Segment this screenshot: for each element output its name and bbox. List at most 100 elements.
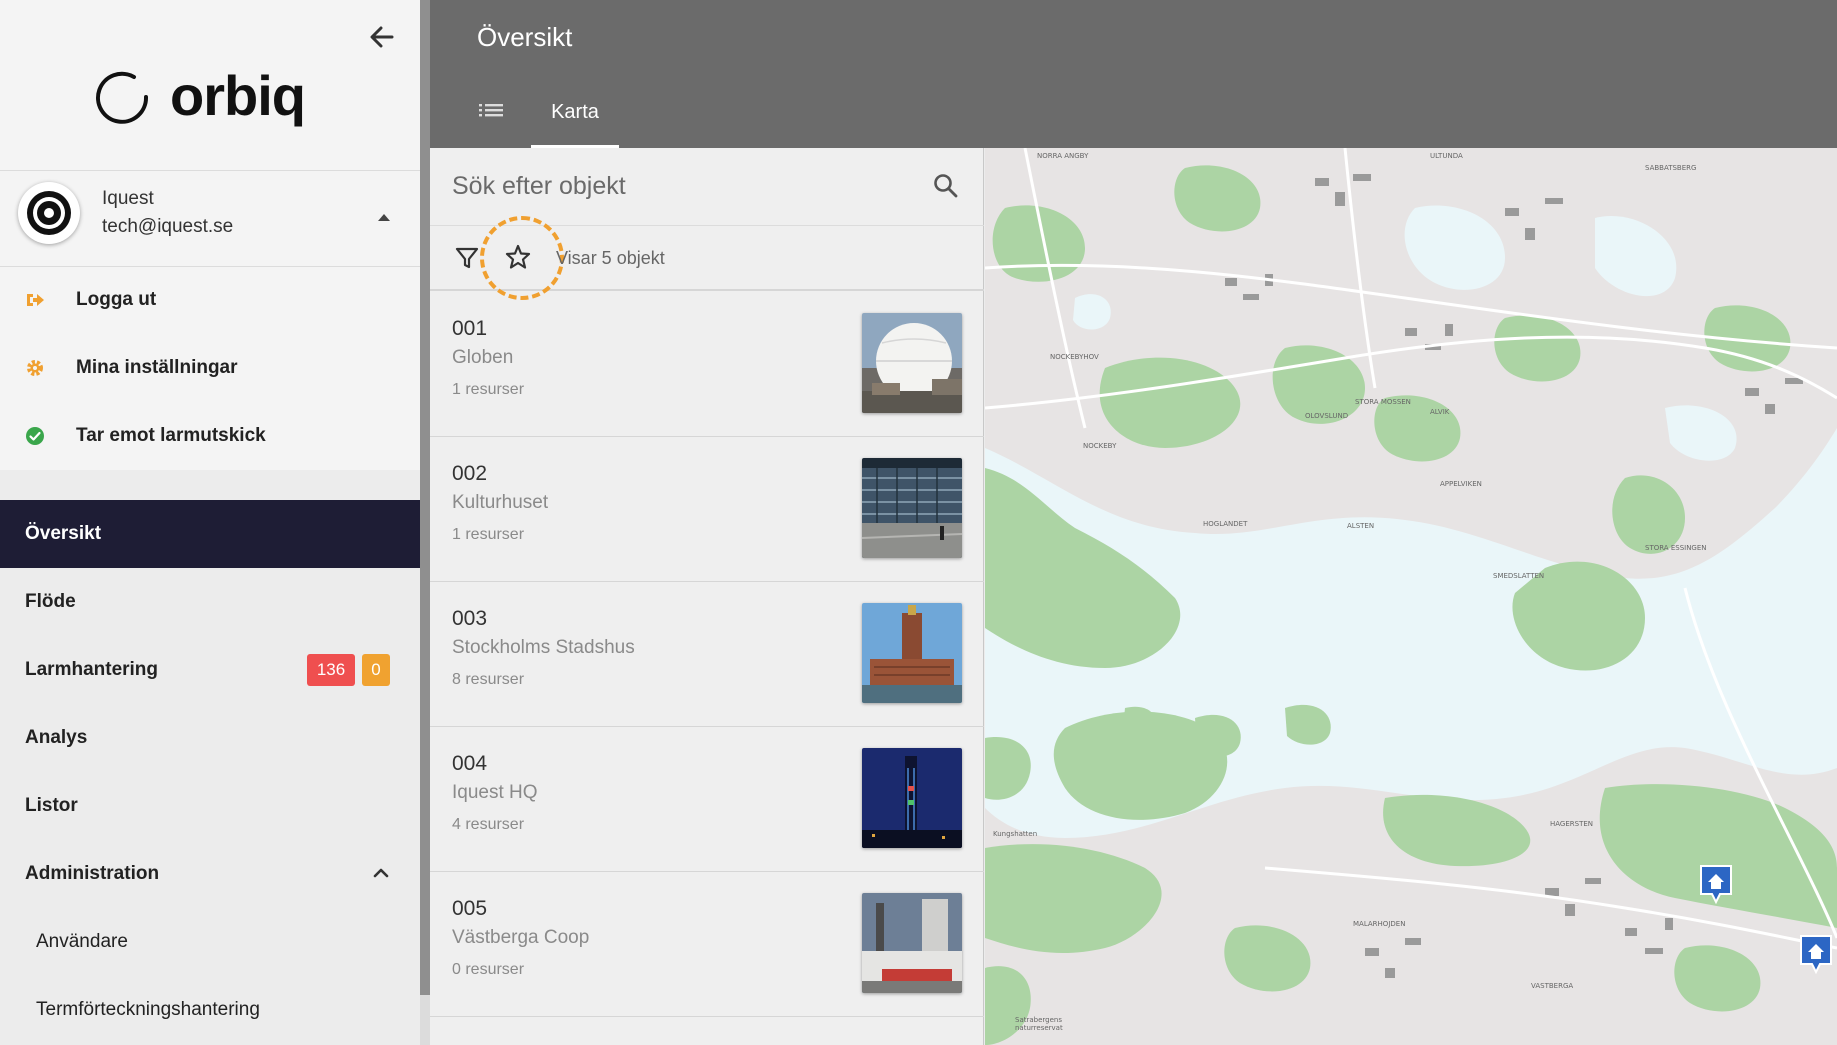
map-place-label: OLOVSLUND (1305, 412, 1349, 420)
object-resources: 0 resurser (452, 961, 525, 978)
object-name: Iquest HQ (452, 782, 538, 803)
filter-icon[interactable] (454, 245, 480, 271)
logo-mark-icon (96, 71, 149, 124)
object-number: 003 (452, 607, 488, 630)
sidebar-item-anvandare[interactable]: Användare (0, 912, 420, 972)
map-place-label: MALARHOJDEN (1353, 920, 1406, 928)
map-place-label: HAGERSTEN (1550, 820, 1594, 828)
object-thumbnail (862, 603, 962, 703)
logout-icon (24, 289, 46, 311)
nav-item-listor[interactable]: Listor (0, 772, 420, 840)
receive-alarms-button[interactable]: Tar emot larmutskick (0, 406, 420, 466)
user-logo-icon (27, 191, 71, 235)
user-account-row[interactable]: Iquest tech@iquest.se (0, 170, 420, 266)
nav-label: Användare (36, 931, 128, 952)
object-resources: 1 resurser (452, 526, 525, 543)
search-input[interactable] (452, 164, 912, 208)
alarm-count-badge: 136 (307, 654, 355, 686)
logo-text: orbiq (170, 64, 306, 127)
nav-item-larmhantering[interactable]: Larmhantering 136 0 (0, 636, 420, 704)
map-place-label: SABBATSBERG (1645, 164, 1697, 172)
nav-item-analys[interactable]: Analys (0, 704, 420, 772)
sidebar: orbiq Iquest tech@iquest.se Logga ut Min… (0, 0, 420, 1045)
object-name: Stockholms Stadshus (452, 637, 635, 658)
sidebar-scrollbar[interactable] (420, 0, 430, 995)
nav-label: Flöde (25, 591, 76, 612)
nav-label: Larmhantering (25, 659, 159, 680)
map-place-label: ALSTEN (1347, 522, 1375, 530)
page-title: Översikt (477, 22, 573, 52)
list-item[interactable]: 002 Kulturhuset 1 resurser (430, 438, 984, 582)
object-resources: 4 resurser (452, 816, 525, 833)
map-place-label: ULTUNDA (1430, 152, 1463, 160)
tab-list-view[interactable] (477, 94, 507, 130)
search-icon[interactable] (932, 172, 960, 200)
gear-icon (24, 357, 46, 379)
map-place-label: NORRA ANGBY (1037, 152, 1089, 160)
object-number: 002 (452, 462, 488, 485)
object-thumbnail (862, 893, 962, 993)
object-name: Kulturhuset (452, 492, 549, 513)
user-email: tech@iquest.se (102, 216, 234, 237)
tab-karta-label: Karta (551, 101, 599, 123)
nav-label: Administration (25, 863, 160, 884)
map-marker[interactable] (1699, 864, 1733, 904)
object-count-text: Visar 5 objekt (556, 248, 665, 268)
map-place-label: NOCKEBY (1083, 442, 1117, 450)
logout-label: Logga ut (76, 289, 157, 310)
object-thumbnail (862, 458, 962, 558)
user-name: Iquest (102, 188, 154, 209)
map-place-label: ALVIK (1430, 408, 1450, 416)
map-view[interactable]: NORRA ANGBY ULTUNDA SABBATSBERG NOCKEBYH… (985, 148, 1837, 1045)
page-header: Översikt Karta (430, 0, 1837, 148)
map-place-label: HOGLANDET (1203, 520, 1248, 528)
object-number: 001 (452, 317, 488, 340)
nav-item-administration[interactable]: Administration (0, 840, 420, 908)
list-item[interactable]: 001 Globen 1 resurser (430, 293, 984, 437)
my-settings-label: Mina inställningar (76, 357, 238, 378)
star-icon[interactable] (504, 243, 532, 271)
list-item[interactable]: 003 Stockholms Stadshus 8 resurser (430, 583, 984, 727)
divider (0, 266, 420, 267)
building-marker-icon (1700, 865, 1732, 904)
map-place-label: STORA MOSSEN (1355, 398, 1411, 406)
orbiq-logo: orbiq (94, 64, 306, 127)
map-place-label: SMEDSLATTEN (1493, 572, 1545, 580)
list-icon (479, 104, 503, 117)
map-canvas (985, 148, 1837, 1045)
avatar (18, 182, 80, 244)
check-circle-icon (24, 425, 46, 447)
chevron-up-icon (373, 868, 389, 878)
tab-karta[interactable]: Karta (531, 90, 619, 148)
back-arrow-icon[interactable] (366, 22, 398, 52)
object-resources: 1 resurser (452, 381, 525, 398)
object-thumbnail (862, 748, 962, 848)
map-place-label: Satrabergens naturreservat (1015, 1016, 1063, 1032)
object-name: Globen (452, 347, 514, 368)
nav-item-oversikt[interactable]: Översikt (0, 500, 420, 568)
building-marker-icon (1800, 935, 1832, 974)
object-number: 004 (452, 752, 488, 775)
nav-item-flode[interactable]: Flöde (0, 568, 420, 636)
my-settings-button[interactable]: Mina inställningar (0, 338, 420, 398)
sidebar-scrollbar-track (420, 995, 430, 1045)
nav-label: Termförteckningshantering (36, 999, 260, 1020)
object-thumbnail (862, 313, 962, 413)
map-place-label: Kungshatten (993, 830, 1038, 838)
search-bar (430, 148, 984, 226)
filter-bar: Visar 5 objekt (430, 216, 984, 300)
sidebar-item-termforteckningshantering[interactable]: Termförteckningshantering (0, 980, 420, 1040)
list-item[interactable]: 005 Västberga Coop 0 resurser (430, 873, 984, 1017)
object-number: 005 (452, 897, 488, 920)
nav-label: Listor (25, 795, 78, 816)
receive-alarms-label: Tar emot larmutskick (76, 425, 266, 446)
map-place-label: APPELVIKEN (1440, 480, 1482, 488)
alarm-pending-badge: 0 (362, 654, 390, 686)
object-resources: 8 resurser (452, 671, 525, 688)
logout-button[interactable]: Logga ut (0, 270, 420, 330)
list-item[interactable]: 004 Iquest HQ 4 resurser (430, 728, 984, 872)
map-place-label: NOCKEBYHOV (1050, 353, 1099, 361)
caret-up-icon[interactable] (378, 214, 390, 221)
map-place-label: VASTBERGA (1531, 982, 1574, 990)
map-marker[interactable] (1799, 934, 1833, 974)
